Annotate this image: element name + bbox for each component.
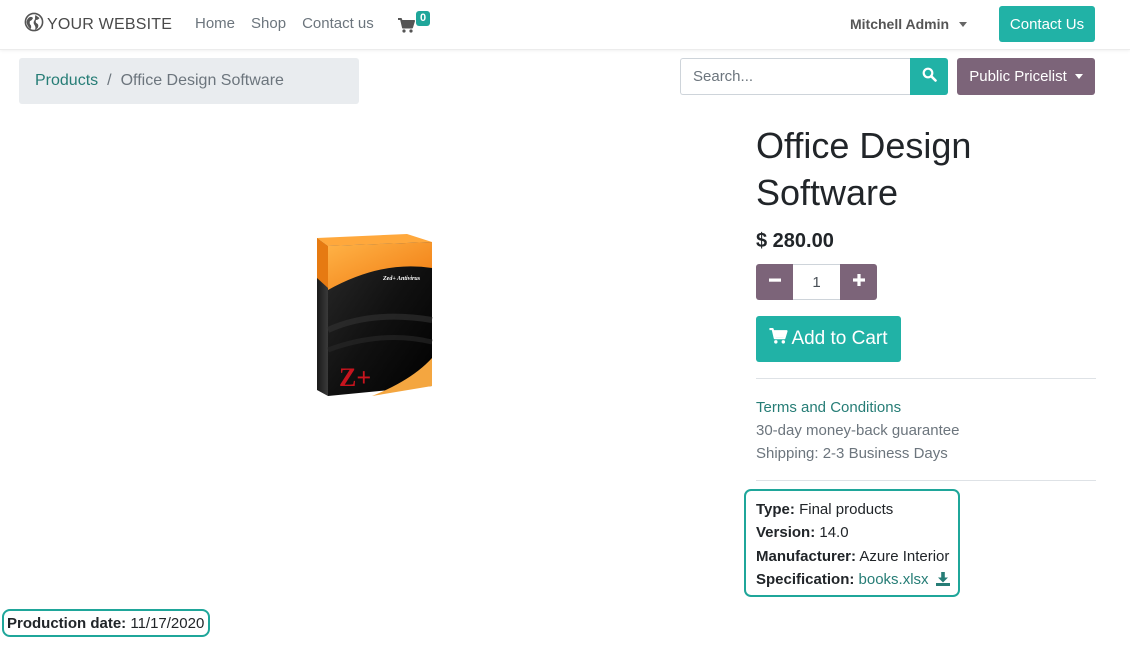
production-date-value: 11/17/2020 xyxy=(130,615,205,632)
attribute-version: Version: 14.0 xyxy=(756,524,849,542)
quantity-increase-button[interactable] xyxy=(840,264,877,300)
terms-section: Terms and Conditions 30-day money-back g… xyxy=(756,396,959,465)
search-button[interactable] xyxy=(910,58,948,95)
shipping-text: Shipping: 2-3 Business Days xyxy=(756,445,948,462)
attribute-type: Type: Final products xyxy=(756,501,894,518)
main-nav: Home Shop Contact us xyxy=(195,15,374,32)
contact-us-button[interactable]: Contact Us xyxy=(999,6,1095,42)
pricelist-label: Public Pricelist xyxy=(969,68,1067,85)
box-brand-text: Zed+ Antivirus xyxy=(382,276,421,282)
logo-text: YOUR WEBSITE xyxy=(47,15,173,33)
divider xyxy=(756,378,1096,379)
nav-shop[interactable]: Shop xyxy=(251,15,286,32)
top-navbar: YOUR WEBSITE Home Shop Contact us 0 Mitc… xyxy=(0,0,1130,50)
terms-link[interactable]: Terms and Conditions xyxy=(756,396,959,419)
divider xyxy=(756,480,1096,481)
production-date: Production date: 11/17/2020 xyxy=(2,609,210,637)
nav-home[interactable]: Home xyxy=(195,15,235,32)
chevron-down-icon xyxy=(959,21,968,27)
attribute-manufacturer: Manufacturer: Azure Interior xyxy=(756,547,950,565)
cart-count-badge: 0 xyxy=(416,11,431,26)
cart-icon xyxy=(769,328,789,350)
minus-icon xyxy=(768,273,781,291)
breadcrumb-products[interactable]: Products xyxy=(35,72,98,90)
add-to-cart-label: Add to Cart xyxy=(791,328,888,349)
quantity-decrease-button[interactable] xyxy=(756,264,793,300)
box-logo-text: Z+ xyxy=(339,363,371,392)
plus-icon xyxy=(852,273,865,291)
product-attributes: Type: Final products Version: 14.0 Manuf… xyxy=(744,489,960,597)
breadcrumb-current: Office Design Software xyxy=(120,72,284,89)
nav-contact-us[interactable]: Contact us xyxy=(302,15,374,32)
quantity-input[interactable] xyxy=(793,264,840,300)
product-title: Office Design Software xyxy=(756,125,972,213)
production-date-label: Production date: xyxy=(7,615,127,632)
specification-file-link[interactable]: books.xlsx xyxy=(859,571,929,588)
breadcrumb: Products / Office Design Software xyxy=(19,58,359,104)
download-icon[interactable] xyxy=(935,570,950,593)
globe-icon xyxy=(24,12,44,37)
product-price: $ 280.00 xyxy=(756,230,834,252)
cart-link[interactable]: 0 xyxy=(398,10,434,36)
attribute-specification: Specification: books.xlsx xyxy=(756,568,958,593)
guarantee-text: 30-day money-back guarantee xyxy=(756,422,960,439)
user-menu[interactable]: Mitchell Admin xyxy=(850,16,968,32)
product-image: Zed+ Antivirus Z+ xyxy=(312,230,436,400)
chevron-down-icon xyxy=(1074,74,1083,79)
add-to-cart-button[interactable]: Add to Cart xyxy=(756,316,901,362)
search-icon xyxy=(922,67,937,87)
quantity-stepper xyxy=(756,264,877,300)
search-form xyxy=(680,58,948,95)
site-logo[interactable]: YOUR WEBSITE xyxy=(24,12,172,37)
search-input[interactable] xyxy=(680,58,911,95)
user-name: Mitchell Admin xyxy=(850,16,950,32)
pricelist-dropdown[interactable]: Public Pricelist xyxy=(957,58,1095,95)
breadcrumb-separator: / xyxy=(107,72,112,89)
